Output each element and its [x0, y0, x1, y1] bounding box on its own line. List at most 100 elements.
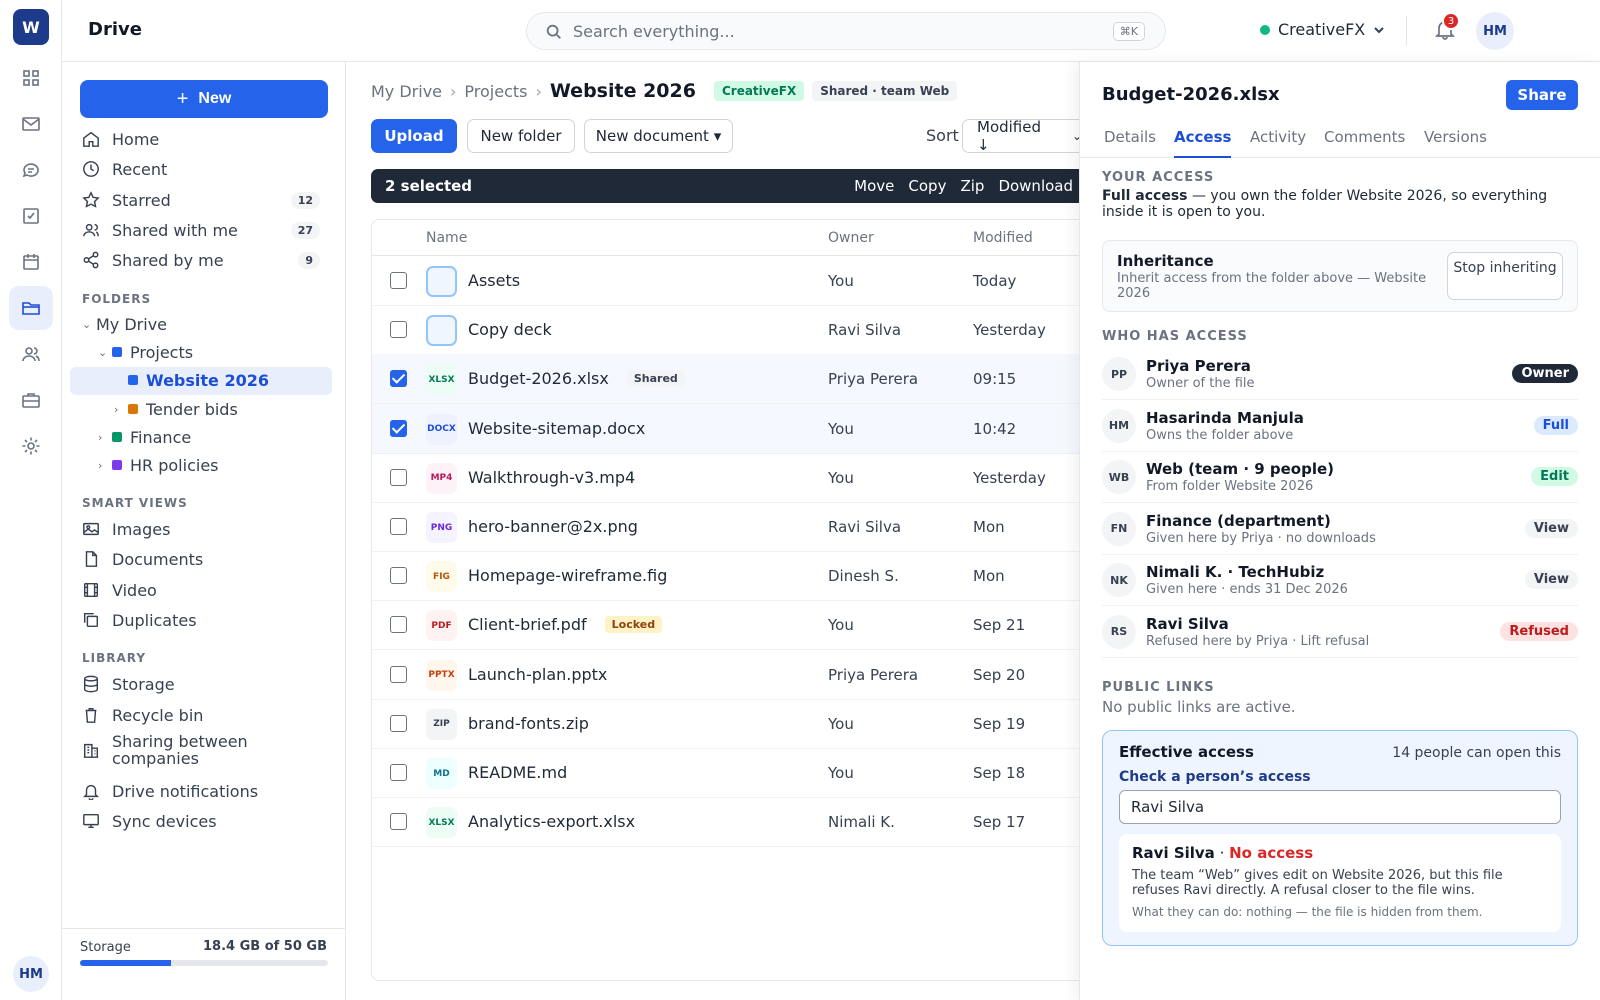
tree-item-tender-bids[interactable]: › Tender bids: [114, 397, 238, 421]
zip-action[interactable]: Zip: [960, 177, 984, 195]
share-button[interactable]: Share: [1506, 80, 1578, 110]
check-access-input[interactable]: [1119, 790, 1561, 824]
file-name[interactable]: Analytics-export.xlsx: [468, 812, 635, 831]
sort-select[interactable]: Modified ↓ ⌄: [962, 118, 1082, 154]
table-row[interactable]: XLSX Analytics-export.xlsx Nimali K. Sep 17: [372, 797, 1079, 848]
people-icon[interactable]: [9, 332, 53, 376]
upload-button[interactable]: Upload: [371, 119, 457, 153]
new-folder-button[interactable]: New folder: [467, 119, 575, 153]
row-checkbox[interactable]: [390, 813, 407, 831]
table-row[interactable]: MP4 Walkthrough-v3.mp4 You Yesterday: [372, 453, 1079, 503]
table-row[interactable]: XLSX Budget-2026.xlsx Shared Priya Perera 09…: [372, 354, 1079, 405]
role-badge[interactable]: Owner: [1512, 364, 1578, 383]
new-button[interactable]: + New: [80, 80, 328, 118]
org-switcher[interactable]: CreativeFX: [1260, 20, 1385, 39]
role-badge[interactable]: View: [1524, 570, 1578, 589]
table-row[interactable]: Copy deck Ravi Silva Yesterday: [372, 305, 1079, 356]
mail-icon[interactable]: [9, 102, 53, 146]
table-row[interactable]: Assets You Today: [372, 256, 1079, 306]
role-badge[interactable]: Edit: [1531, 467, 1578, 486]
sidebar-item-sync-devices[interactable]: Sync devices: [80, 807, 328, 835]
tab-comments[interactable]: Comments: [1324, 128, 1405, 158]
file-name[interactable]: Walkthrough-v3.mp4: [468, 468, 635, 487]
table-row[interactable]: PPTX Launch-plan.pptx Priya Perera Sep 20: [372, 650, 1079, 700]
search-bar[interactable]: Search everything... ⌘K: [526, 12, 1166, 50]
role-badge[interactable]: Full: [1533, 415, 1578, 435]
settings-gear-icon[interactable]: [9, 424, 53, 468]
sidebar-item-sharing-between-companies[interactable]: Sharing between companies: [80, 730, 328, 770]
access-row[interactable]: FN Finance (department) Given here by Priy…: [1102, 503, 1578, 555]
file-name[interactable]: Assets: [468, 271, 520, 290]
file-name[interactable]: Launch-plan.pptx: [468, 665, 607, 684]
move-action[interactable]: Move: [854, 177, 894, 195]
access-row[interactable]: RS Ravi Silva Refused here by Priya · Lift…: [1102, 606, 1578, 658]
sidebar-item-duplicates[interactable]: Duplicates: [80, 606, 328, 634]
tree-item-projects[interactable]: ⌄ Projects: [98, 340, 193, 364]
access-row[interactable]: PP Priya Perera Owner of the file Owner: [1102, 348, 1578, 400]
access-row[interactable]: NK Nimali K. · TechHubiz Given here · ends…: [1102, 554, 1578, 606]
table-row[interactable]: PNG hero-banner@2x.png Ravi Silva Mon: [372, 502, 1079, 552]
row-checkbox[interactable]: [390, 321, 407, 339]
briefcase-icon[interactable]: [9, 378, 53, 422]
sidebar-item-starred[interactable]: Starred 12: [80, 186, 328, 214]
table-row[interactable]: DOCX Website-sitemap.docx You 10:42: [372, 403, 1079, 454]
file-name[interactable]: Budget-2026.xlsx: [468, 369, 609, 388]
tasks-icon[interactable]: [9, 194, 53, 238]
table-row[interactable]: MD README.md You Sep 18: [372, 748, 1079, 798]
row-checkbox[interactable]: [390, 518, 407, 535]
tree-item-my-drive[interactable]: ⌄ My Drive: [82, 312, 167, 336]
breadcrumb-projects[interactable]: Projects: [464, 82, 527, 101]
sidebar-item-drive-notifications[interactable]: Drive notifications: [80, 777, 328, 805]
tab-activity[interactable]: Activity: [1250, 128, 1306, 158]
stop-inheriting-button[interactable]: Stop inheriting: [1447, 252, 1563, 300]
sidebar-item-documents[interactable]: Documents: [80, 545, 328, 573]
file-name[interactable]: Copy deck: [468, 320, 552, 339]
table-row[interactable]: PDF Client-brief.pdf Locked You Sep 21: [372, 600, 1079, 651]
chat-icon[interactable]: [9, 148, 53, 192]
column-name[interactable]: Name: [426, 230, 467, 246]
row-checkbox[interactable]: [390, 468, 407, 486]
file-name[interactable]: brand-fonts.zip: [468, 714, 589, 733]
file-name[interactable]: Client-brief.pdf: [468, 615, 587, 634]
file-name[interactable]: Homepage-wireframe.fig: [468, 566, 667, 585]
file-name[interactable]: hero-banner@2x.png: [468, 517, 638, 536]
access-row[interactable]: WB Web (team · 9 people) From folder Websi…: [1102, 451, 1578, 503]
role-badge[interactable]: View: [1524, 518, 1578, 538]
row-checkbox[interactable]: [390, 567, 407, 585]
download-action[interactable]: Download: [998, 177, 1073, 195]
file-name[interactable]: README.md: [468, 763, 567, 782]
tab-versions[interactable]: Versions: [1424, 128, 1487, 158]
column-owner[interactable]: Owner: [828, 230, 874, 246]
row-checkbox[interactable]: [390, 714, 407, 732]
column-modified[interactable]: Modified: [973, 230, 1033, 246]
sidebar-item-video[interactable]: Video: [80, 576, 328, 604]
row-checkbox[interactable]: [390, 665, 407, 683]
access-row[interactable]: HM Hasarinda Manjula Owns the folder above…: [1102, 400, 1578, 452]
calendar-icon[interactable]: [9, 240, 53, 284]
apps-grid-icon[interactable]: [9, 56, 53, 100]
user-avatar[interactable]: HM: [13, 956, 49, 992]
copy-action[interactable]: Copy: [908, 177, 946, 195]
header-user-avatar[interactable]: HM: [1476, 12, 1514, 50]
row-checkbox[interactable]: [390, 272, 407, 289]
row-checkbox[interactable]: [390, 370, 407, 388]
new-document-button[interactable]: New document ▾: [584, 119, 733, 153]
row-checkbox[interactable]: [390, 764, 407, 781]
row-checkbox[interactable]: [390, 419, 407, 437]
table-row[interactable]: ZIP brand-fonts.zip You Sep 19: [372, 699, 1079, 749]
sidebar-item-storage[interactable]: Storage: [80, 670, 328, 698]
app-logo[interactable]: W: [13, 9, 49, 45]
file-name[interactable]: Website-sitemap.docx: [468, 419, 645, 438]
tree-item-finance[interactable]: › Finance: [98, 425, 191, 449]
tree-item-website-2026[interactable]: Website 2026: [128, 368, 269, 392]
sidebar-item-images[interactable]: Images: [80, 515, 328, 543]
sidebar-item-recent[interactable]: Recent: [80, 155, 328, 183]
tab-details[interactable]: Details: [1104, 128, 1156, 158]
table-row[interactable]: FIG Homepage-wireframe.fig Dinesh S. Mon: [372, 551, 1079, 602]
tab-access[interactable]: Access: [1174, 128, 1232, 158]
role-badge[interactable]: Refused: [1500, 621, 1578, 641]
sidebar-item-shared-by-me[interactable]: Shared by me 9: [80, 246, 328, 274]
drive-folder-icon[interactable]: [9, 286, 53, 330]
sidebar-item-home[interactable]: Home: [80, 125, 328, 153]
search-input[interactable]: Search everything...: [573, 22, 735, 41]
